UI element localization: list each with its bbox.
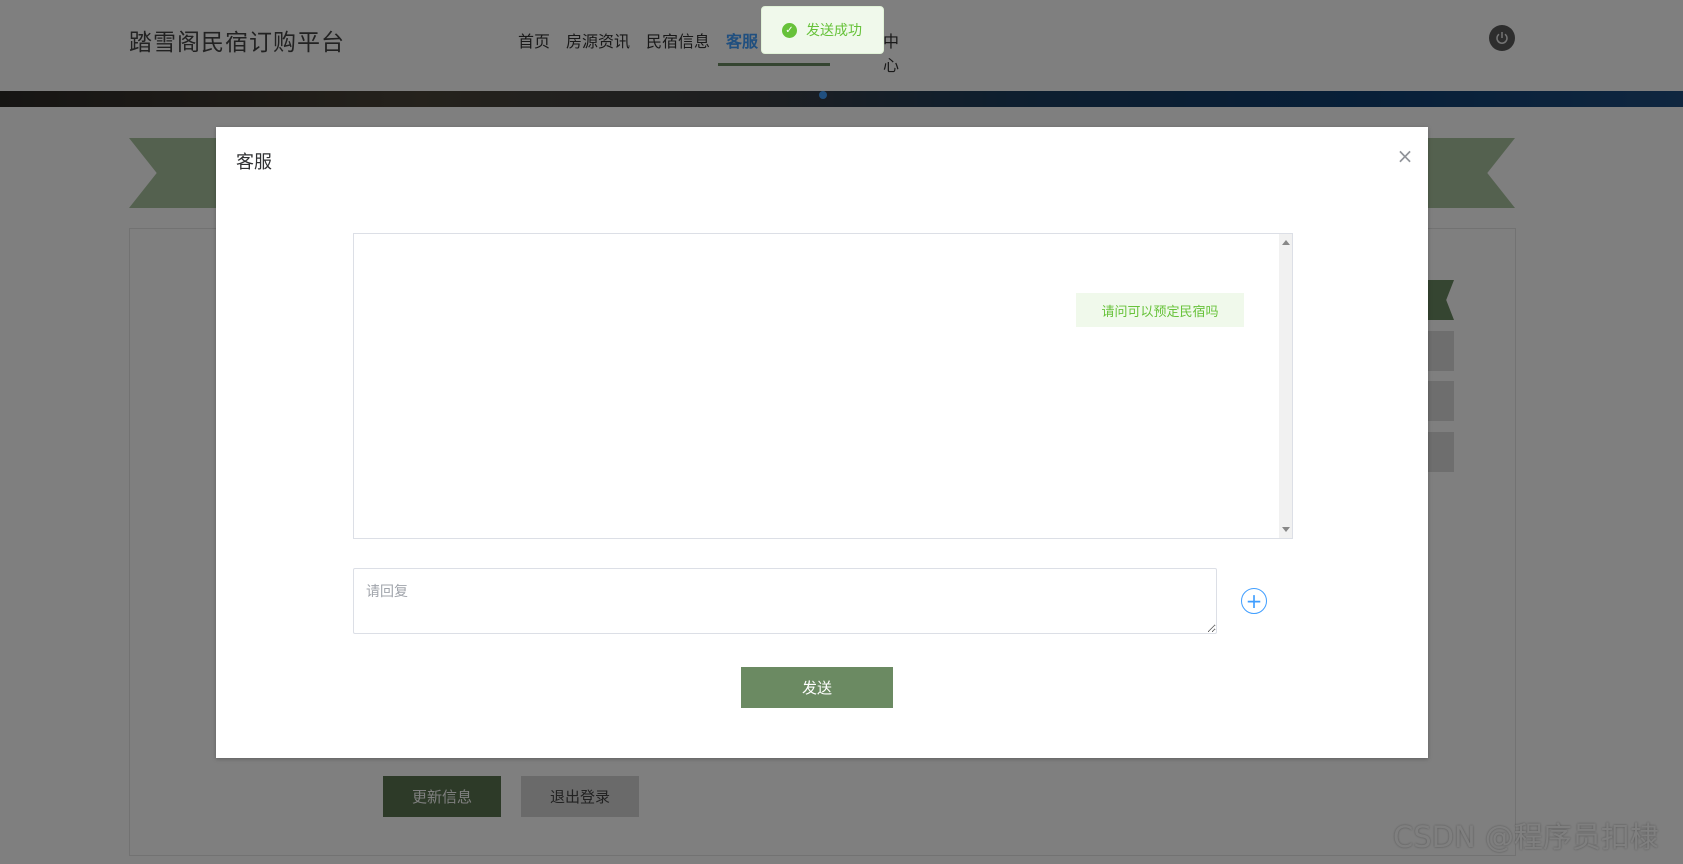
close-icon[interactable]: × — [1394, 144, 1416, 168]
success-toast: ✓ 发送成功 — [761, 6, 884, 54]
reply-input[interactable] — [353, 568, 1217, 634]
customer-service-dialog: 客服 × 20 18 请问可以预定民宿吗 + 发送 — [216, 127, 1428, 758]
check-circle-icon: ✓ — [782, 22, 797, 38]
chat-message-user: 请问可以预定民宿吗 — [1076, 293, 1244, 327]
plus-circle-icon[interactable]: + — [1241, 588, 1267, 614]
chat-history[interactable]: 20 18 请问可以预定民宿吗 — [353, 233, 1293, 539]
scroll-down-arrow-icon[interactable] — [1282, 527, 1290, 532]
dialog-title: 客服 — [236, 152, 272, 173]
scroll-up-arrow-icon[interactable] — [1282, 240, 1290, 245]
toast-message: 发送成功 — [806, 23, 862, 39]
timestamp-redaction — [767, 261, 852, 279]
chat-scrollbar[interactable] — [1279, 234, 1292, 538]
send-button[interactable]: 发送 — [741, 667, 893, 708]
